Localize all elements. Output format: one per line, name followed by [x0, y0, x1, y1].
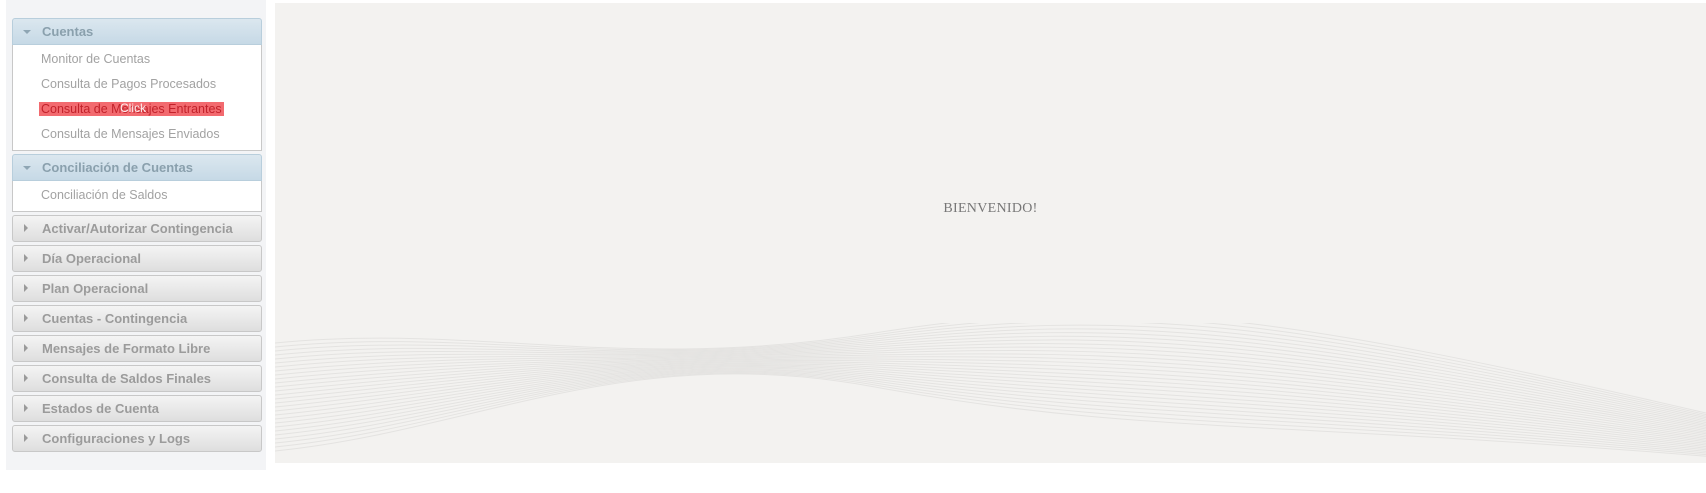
section-label: Cuentas — [42, 24, 94, 39]
section-label: Consulta de Saldos Finales — [42, 371, 212, 386]
caret-right-icon — [24, 404, 28, 412]
section-header-cuentas[interactable]: Cuentas — [12, 18, 262, 45]
section-label: Estados de Cuenta — [42, 401, 160, 416]
section-header-estados-de-cuenta[interactable]: Estados de Cuenta — [12, 395, 262, 422]
main-content: BIENVENIDO! — [275, 3, 1706, 463]
section-header-activar-autorizar-contingencia[interactable]: Activar/Autorizar Contingencia — [12, 215, 262, 242]
section-header-conciliacion-de-cuentas[interactable]: Conciliación de Cuentas — [12, 154, 262, 181]
caret-right-icon — [24, 434, 28, 442]
caret-right-icon — [24, 314, 28, 322]
decorative-wave-background — [275, 323, 1706, 457]
section-panel-cuentas: Monitor de Cuentas Consulta de Pagos Pro… — [12, 45, 262, 151]
menu-item-monitor-de-cuentas[interactable]: Monitor de Cuentas — [13, 51, 261, 76]
caret-right-icon — [24, 224, 28, 232]
menu-item-label: Monitor de Cuentas — [41, 52, 151, 66]
caret-down-icon — [23, 166, 31, 170]
menu-item-consulta-pagos-procesados[interactable]: Consulta de Pagos Procesados — [13, 76, 261, 101]
section-header-dia-operacional[interactable]: Día Operacional — [12, 245, 262, 272]
section-label: Mensajes de Formato Libre — [42, 341, 211, 356]
section-label: Cuentas - Contingencia — [42, 311, 188, 326]
menu-item-conciliacion-de-saldos[interactable]: Conciliación de Saldos — [13, 187, 261, 212]
menu-item-label: Consulta de Mensajes Enviados — [41, 127, 220, 141]
section-label: Plan Operacional — [42, 281, 149, 296]
section-label: Activar/Autorizar Contingencia — [42, 221, 233, 236]
section-label: Día Operacional — [42, 251, 141, 266]
section-header-configuraciones-y-logs[interactable]: Configuraciones y Logs — [12, 425, 262, 452]
welcome-message: BIENVENIDO! — [943, 201, 1038, 216]
section-label: Conciliación de Cuentas — [42, 160, 193, 175]
section-header-cuentas-contingencia[interactable]: Cuentas - Contingencia — [12, 305, 262, 332]
sidebar: Cuentas Monitor de Cuentas Consulta de P… — [6, 0, 266, 470]
caret-right-icon — [24, 344, 28, 352]
caret-down-icon — [23, 30, 31, 34]
caret-right-icon — [24, 254, 28, 262]
caret-right-icon — [24, 284, 28, 292]
section-label: Configuraciones y Logs — [42, 431, 191, 446]
menu-item-consulta-mensajes-entrantes[interactable]: Consulta de Mensajes Entrantes Click — [13, 101, 261, 126]
menu-item-label: Conciliación de Saldos — [41, 188, 168, 202]
caret-right-icon — [24, 374, 28, 382]
menu-item-label: Consulta de Pagos Procesados — [41, 77, 217, 91]
section-header-plan-operacional[interactable]: Plan Operacional — [12, 275, 262, 302]
click-indicator: Click — [120, 101, 146, 115]
section-header-consulta-saldos-finales[interactable]: Consulta de Saldos Finales — [12, 365, 262, 392]
section-header-mensajes-formato-libre[interactable]: Mensajes de Formato Libre — [12, 335, 262, 362]
navigation-accordion: Cuentas Monitor de Cuentas Consulta de P… — [12, 18, 262, 455]
wave-line — [275, 366, 1706, 446]
section-panel-conciliacion: Conciliación de Saldos — [12, 181, 262, 212]
menu-item-consulta-mensajes-enviados[interactable]: Consulta de Mensajes Enviados — [13, 126, 261, 151]
